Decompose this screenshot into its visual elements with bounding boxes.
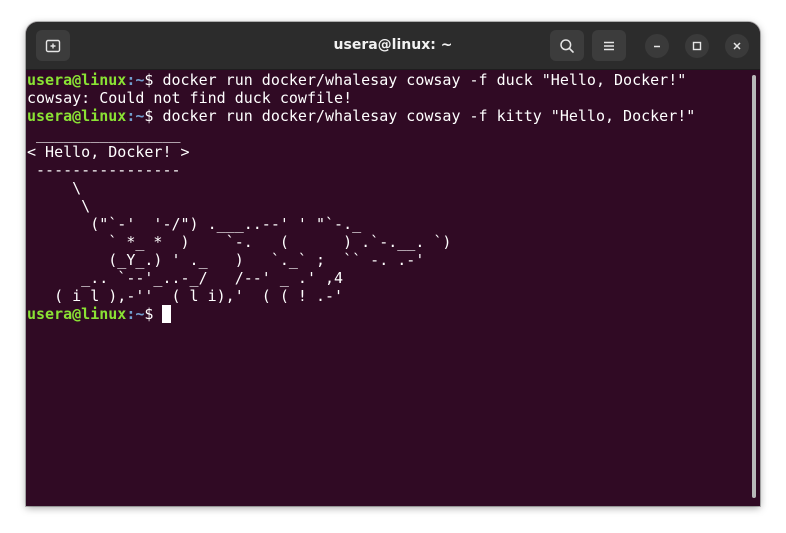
output-line: (_Y_.) ' ._ ) `._` ; `` -. .-'	[27, 251, 425, 269]
text-cursor	[162, 305, 172, 323]
close-button[interactable]	[725, 34, 749, 58]
terminal-output[interactable]: usera@linux:~$ docker run docker/whalesa…	[27, 71, 747, 501]
minimize-icon	[654, 45, 660, 48]
prompt-symbol: $	[144, 107, 163, 125]
hamburger-menu-icon	[604, 41, 614, 50]
prompt-symbol: $	[144, 71, 163, 89]
prompt-user-host: usera@linux	[27, 107, 127, 125]
prompt-path: :~	[126, 305, 145, 323]
command-text: docker run docker/whalesay cowsay -f kit…	[162, 107, 696, 125]
title-bar[interactable]: usera@linux: ~	[26, 22, 760, 70]
menu-button[interactable]	[592, 30, 626, 61]
output-line: ("`-' '-/") .___..--' ' "`-._	[27, 215, 362, 233]
output-line: < Hello, Docker! >	[27, 143, 190, 161]
new-tab-button[interactable]	[36, 30, 70, 61]
output-line: cowsay: Could not find duck cowfile!	[27, 89, 353, 107]
maximize-icon	[692, 41, 702, 51]
output-line: _.. `--'_..-_/ /--' _ .' ,4	[27, 269, 344, 287]
prompt-line: usera@linux:~$ docker run docker/whalesa…	[27, 71, 747, 89]
output-line: \	[27, 179, 82, 197]
output-line: \	[27, 197, 91, 215]
scrollbar[interactable]	[752, 75, 756, 498]
prompt-user-host: usera@linux	[27, 71, 127, 89]
output-line: ----------------	[27, 161, 181, 179]
prompt-user-host: usera@linux	[27, 305, 127, 323]
close-icon	[733, 42, 741, 50]
minimize-button[interactable]	[645, 34, 669, 58]
prompt-line: usera@linux:~$ docker run docker/whalesa…	[27, 107, 747, 125]
output-line: ________________	[27, 125, 181, 143]
prompt-path: :~	[126, 71, 145, 89]
prompt-path: :~	[126, 107, 145, 125]
terminal-window: usera@linux: ~ usera@linux:~$ docker run…	[26, 22, 760, 506]
output-line: ( i l ),-'' ( l i),' ( ( ! .-'	[27, 287, 344, 305]
prompt-line: usera@linux:~$	[27, 305, 747, 323]
output-line: ` *_ * ) `-. ( ) .`-.__. `)	[27, 233, 452, 251]
search-icon	[560, 38, 574, 53]
prompt-symbol: $	[144, 305, 163, 323]
new-tab-icon	[45, 39, 61, 52]
maximize-button[interactable]	[685, 34, 709, 58]
search-button[interactable]	[550, 30, 584, 61]
command-text: docker run docker/whalesay cowsay -f duc…	[162, 71, 687, 89]
